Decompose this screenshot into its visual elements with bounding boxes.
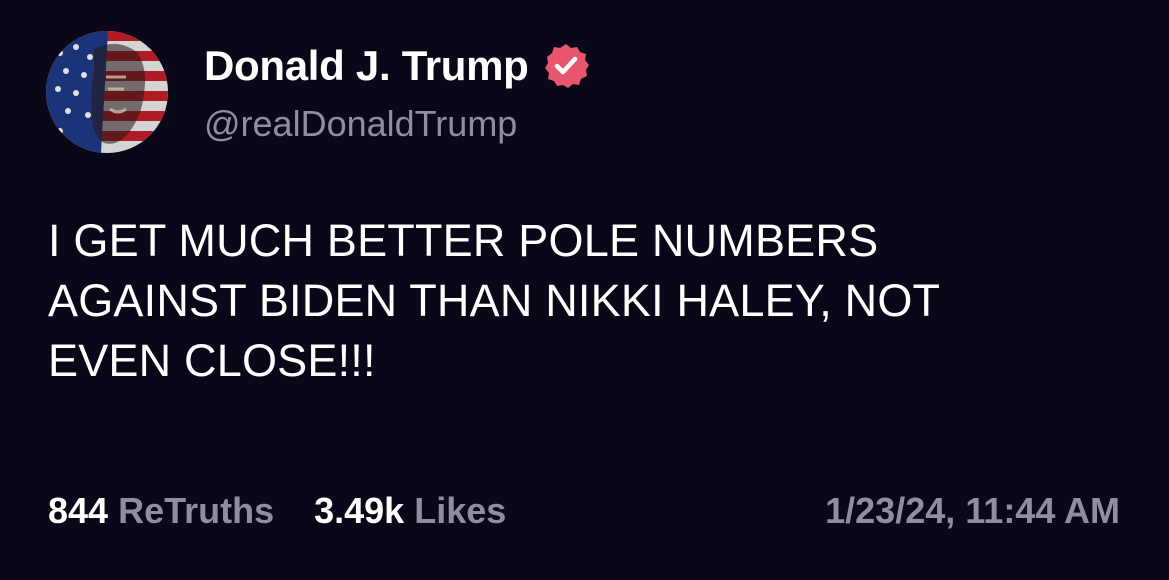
retruths-count: 844 xyxy=(48,490,109,531)
author-avatar[interactable] xyxy=(46,31,168,153)
author-handle[interactable]: @realDonaldTrump xyxy=(204,103,517,145)
author-name-row: Donald J. Trump xyxy=(204,40,591,92)
verified-badge-icon xyxy=(541,41,591,91)
flag-portrait-icon xyxy=(46,31,168,153)
post-body-text: I GET MUCH BETTER POLE NUMBERS AGAINST B… xyxy=(48,215,941,386)
truth-post-card: Donald J. Trump @realDonaldTrump I GET M… xyxy=(0,0,1169,580)
likes-label: Likes xyxy=(414,490,507,531)
post-stats: 844 ReTruths 3.49k Likes xyxy=(48,490,506,532)
author-display-name[interactable]: Donald J. Trump xyxy=(204,42,529,90)
retruths-stat[interactable]: 844 ReTruths xyxy=(48,490,274,532)
likes-count: 3.49k xyxy=(314,490,405,531)
post-timestamp: 1/23/24, 11:44 AM xyxy=(825,490,1120,531)
retruths-label: ReTruths xyxy=(118,490,275,531)
likes-stat[interactable]: 3.49k Likes xyxy=(314,490,506,532)
